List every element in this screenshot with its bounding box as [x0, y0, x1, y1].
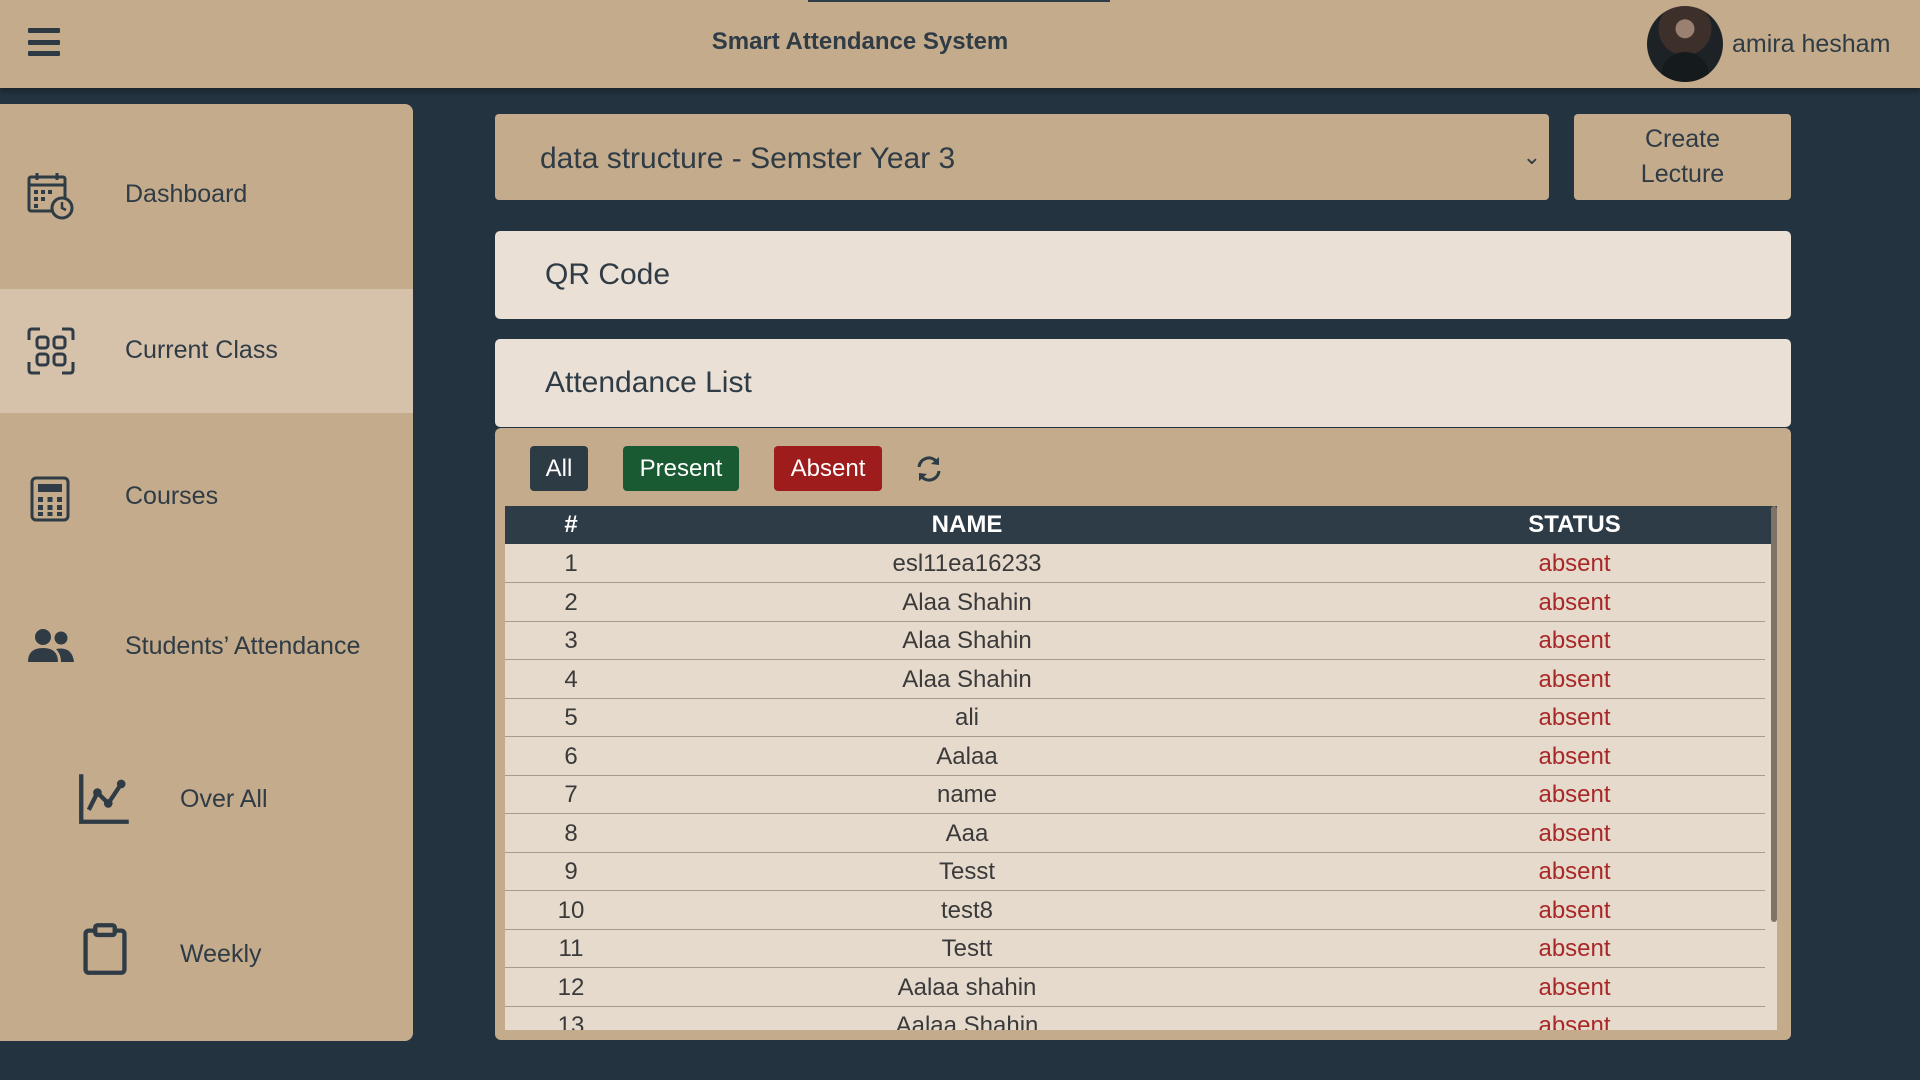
column-header-status: STATUS — [1528, 511, 1621, 538]
top-progress-line — [808, 0, 1110, 2]
row-number: 11 — [558, 935, 584, 962]
row-number: 12 — [557, 973, 585, 1001]
row-number: 8 — [564, 819, 578, 847]
row-status: absent — [1538, 588, 1611, 616]
row-status: absent — [1538, 704, 1611, 731]
create-lecture-label: Create Lecture — [1640, 125, 1725, 188]
table-row: 9 Tesst absent — [505, 852, 1765, 891]
table-row: 12 Aalaa shahin absent — [505, 968, 1765, 1007]
table-row: 1 esl11ea16233 absent — [505, 544, 1765, 583]
table-row: 13 Aalaa Shahin absent — [505, 1006, 1765, 1030]
table-row: 8 Aaa absent — [505, 814, 1765, 853]
row-status: absent — [1538, 550, 1611, 577]
row-name: Testt — [941, 935, 993, 962]
row-status: absent — [1538, 627, 1611, 654]
attendance-table: # NAME STATUS 1 esl11ea16233 absent 2 Alaa S… — [505, 506, 1777, 1030]
row-status: absent — [1538, 935, 1611, 962]
table-row: 3 Alaa Shahin absent — [505, 621, 1765, 660]
attendance-list-panel-header[interactable]: Attendance List — [495, 339, 1791, 427]
row-name: Aaa — [945, 819, 989, 847]
row-number: 7 — [564, 781, 578, 808]
column-header-name: NAME — [931, 511, 1003, 538]
sidebar-item-students-attendance[interactable]: Students’ Attendance — [0, 584, 413, 714]
sidebar-item-current-class[interactable]: Current Class — [0, 289, 413, 413]
table-row: 4 Alaa Shahin absent — [505, 660, 1765, 699]
calculator-icon — [30, 476, 70, 522]
sidebar-item-label: Over All — [180, 785, 268, 813]
row-name: Aalaa Shahin — [895, 1012, 1039, 1030]
row-number: 13 — [557, 1012, 585, 1030]
qr-scan-icon — [27, 327, 75, 375]
user-name[interactable]: amira hesham — [1732, 30, 1890, 59]
row-number: 5 — [564, 704, 578, 731]
top-bar: Smart Attendance System amira hesham — [0, 0, 1920, 88]
line-chart-icon — [79, 774, 129, 824]
create-lecture-button[interactable]: Create Lecture — [1574, 114, 1791, 200]
attendance-list-body: All Present Absent # NAME STATUS 1 esl11e… — [495, 428, 1791, 1040]
row-number: 1 — [564, 550, 578, 577]
chevron-down-icon: ⌄ — [1522, 144, 1541, 169]
qr-code-panel-header[interactable]: QR Code — [495, 231, 1791, 319]
table-row: 7 name absent — [505, 775, 1765, 814]
table-row: 5 ali absent — [505, 698, 1765, 737]
row-number: 4 — [564, 665, 578, 693]
row-name: Alaa Shahin — [902, 588, 1032, 616]
row-number: 3 — [564, 627, 578, 654]
calendar-clock-icon — [27, 173, 74, 220]
table-header: # NAME STATUS — [505, 506, 1777, 544]
row-status: absent — [1538, 742, 1611, 770]
row-status: absent — [1538, 858, 1611, 885]
sidebar-item-weekly[interactable]: Weekly — [0, 884, 413, 1024]
row-name: Tesst — [938, 858, 995, 885]
course-select-value: data structure - Semster Year 3 — [540, 142, 956, 175]
refresh-icon[interactable] — [914, 454, 944, 484]
table-row: 6 Aalaa absent — [505, 737, 1765, 776]
table-scrollbar[interactable] — [1771, 506, 1777, 922]
sidebar-item-label: Courses — [125, 482, 219, 510]
sidebar-item-over-all[interactable]: Over All — [0, 729, 413, 869]
row-status: absent — [1538, 1012, 1611, 1030]
sidebar-item-label: Current Class — [125, 336, 278, 364]
filter-all-button[interactable]: All — [530, 446, 588, 491]
sidebar-item-label: Students’ Attendance — [125, 632, 361, 660]
column-header-number: # — [564, 511, 578, 538]
row-name: Aalaa shahin — [897, 973, 1037, 1001]
row-name: name — [936, 781, 998, 808]
row-number: 9 — [564, 858, 578, 885]
row-status: absent — [1538, 781, 1611, 808]
sidebar-item-dashboard[interactable]: Dashboard — [0, 134, 413, 256]
row-status: absent — [1538, 896, 1611, 924]
sidebar-item-courses[interactable]: Courses — [0, 434, 413, 564]
row-name: Alaa Shahin — [902, 665, 1032, 693]
row-name: Alaa Shahin — [902, 627, 1032, 654]
row-number: 6 — [564, 742, 578, 770]
filter-absent-button[interactable]: Absent — [774, 446, 882, 491]
sidebar: Dashboard Current Class Courses Students… — [0, 104, 413, 1041]
row-number: 2 — [564, 588, 578, 616]
row-name: esl11ea16233 — [892, 550, 1042, 577]
app-title: Smart Attendance System — [711, 28, 1009, 55]
table-row: 11 Testt absent — [505, 929, 1765, 968]
sidebar-item-label: Weekly — [180, 940, 262, 968]
row-name: ali — [954, 704, 979, 731]
people-icon — [28, 629, 74, 662]
avatar[interactable] — [1647, 6, 1723, 82]
row-status: absent — [1538, 973, 1611, 1001]
table-row: 10 test8 absent — [505, 891, 1765, 930]
row-status: absent — [1538, 665, 1611, 693]
table-row: 2 Alaa Shahin absent — [505, 583, 1765, 622]
sidebar-item-label: Dashboard — [125, 180, 248, 208]
row-name: test8 — [940, 896, 994, 924]
row-number: 10 — [557, 896, 585, 924]
filter-present-button[interactable]: Present — [623, 446, 739, 491]
course-select[interactable]: data structure - Semster Year 3 ⌄ — [495, 114, 1549, 200]
row-name: Aalaa — [936, 742, 998, 770]
clipboard-icon — [83, 923, 127, 975]
row-status: absent — [1538, 819, 1611, 847]
